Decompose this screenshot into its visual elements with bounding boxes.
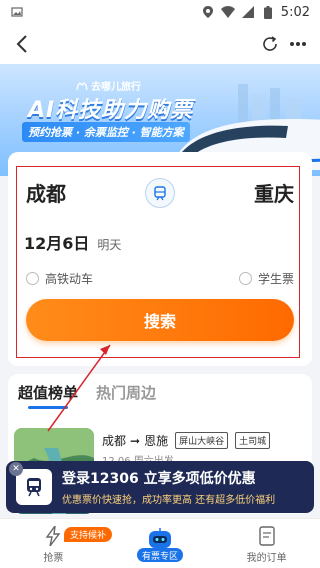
date-selector[interactable]: 12月6日 明天 bbox=[24, 230, 121, 254]
from-station[interactable]: 成都 bbox=[26, 178, 66, 207]
battery-icon bbox=[261, 5, 275, 19]
tab-grab-ticket-label: 抢票 bbox=[43, 553, 64, 564]
radio-circle-icon bbox=[26, 272, 39, 285]
date-hint: 明天 bbox=[97, 238, 122, 252]
robot-icon[interactable] bbox=[142, 528, 178, 550]
promo-title: 登录12306 立享多项低价优惠 bbox=[62, 471, 256, 487]
route-tag: 土司城 bbox=[235, 432, 271, 449]
route-arrow-icon: ➞ bbox=[130, 433, 141, 448]
refresh-button[interactable] bbox=[256, 30, 284, 58]
back-arrow-icon bbox=[16, 35, 27, 53]
route-to: 恩施 bbox=[144, 434, 169, 448]
tab-my-orders[interactable]: 我的订单 bbox=[213, 519, 320, 568]
refresh-icon bbox=[263, 36, 277, 51]
signal-icon bbox=[241, 5, 255, 19]
high-speed-checkbox[interactable]: 高铁动车 bbox=[26, 270, 93, 287]
radio-circle-icon bbox=[238, 272, 252, 285]
to-station[interactable]: 重庆 bbox=[254, 178, 294, 207]
nav-bar bbox=[0, 24, 320, 64]
train-icon bbox=[16, 469, 52, 505]
more-button[interactable] bbox=[284, 30, 312, 58]
swap-stations-button[interactable] bbox=[145, 178, 175, 208]
more-dots-icon bbox=[290, 42, 306, 46]
login-promo-banner[interactable]: 登录12306 立享多项低价优惠 优惠票价快速抢，成功率更高 还有超多低价福利 bbox=[6, 461, 314, 513]
tab-value-list[interactable]: 超值榜单 bbox=[18, 382, 78, 409]
brand-text: 去哪儿旅行 bbox=[91, 82, 141, 93]
back-button[interactable] bbox=[8, 30, 36, 58]
lightning-icon bbox=[42, 525, 64, 547]
route-title[interactable]: 成都 ➞ 恩施 屏山大峡谷 土司城 bbox=[102, 432, 271, 449]
wifi-icon bbox=[220, 5, 235, 19]
tab-nearby[interactable]: 热门周边 bbox=[96, 382, 156, 403]
status-bar: 5:02 bbox=[0, 0, 320, 24]
waitlist-badge: 支持候补 bbox=[64, 527, 113, 542]
search-button[interactable]: 搜索 bbox=[26, 299, 294, 341]
promo-subtitle: 优惠票价快速抢，成功率更高 还有超多低价福利 bbox=[62, 495, 276, 506]
close-icon: ✕ bbox=[12, 464, 20, 474]
order-document-icon bbox=[256, 525, 278, 547]
train-swap-icon bbox=[154, 186, 166, 201]
promo-close-button[interactable]: ✕ bbox=[9, 462, 23, 476]
camel-logo-icon bbox=[76, 81, 88, 90]
high-speed-label: 高铁动车 bbox=[45, 272, 94, 286]
recommendation-tabs: 超值榜单 热门周边 bbox=[18, 382, 156, 409]
student-ticket-checkbox[interactable]: 学生票 bbox=[238, 270, 294, 287]
route-from: 成都 bbox=[102, 434, 127, 448]
tab-my-orders-label: 我的订单 bbox=[246, 553, 287, 564]
brand-label: 去哪儿旅行 bbox=[76, 78, 141, 93]
status-time: 5:02 bbox=[280, 4, 310, 20]
location-icon bbox=[201, 5, 215, 19]
departure-date: 12月6日 bbox=[24, 234, 90, 253]
ticket-zone-label[interactable]: 有票专区 bbox=[137, 548, 183, 562]
hero-subline: 预约抢票 · 余票监控 · 智能方案 bbox=[22, 122, 190, 142]
app-root: 5:02 去哪儿旅行 AI科技助力购票 预约抢票 · 余票监控 · 智能方案 成… bbox=[0, 0, 320, 568]
gallery-icon bbox=[10, 5, 24, 19]
student-ticket-label: 学生票 bbox=[257, 272, 294, 286]
route-tag: 屏山大峡谷 bbox=[175, 432, 229, 449]
